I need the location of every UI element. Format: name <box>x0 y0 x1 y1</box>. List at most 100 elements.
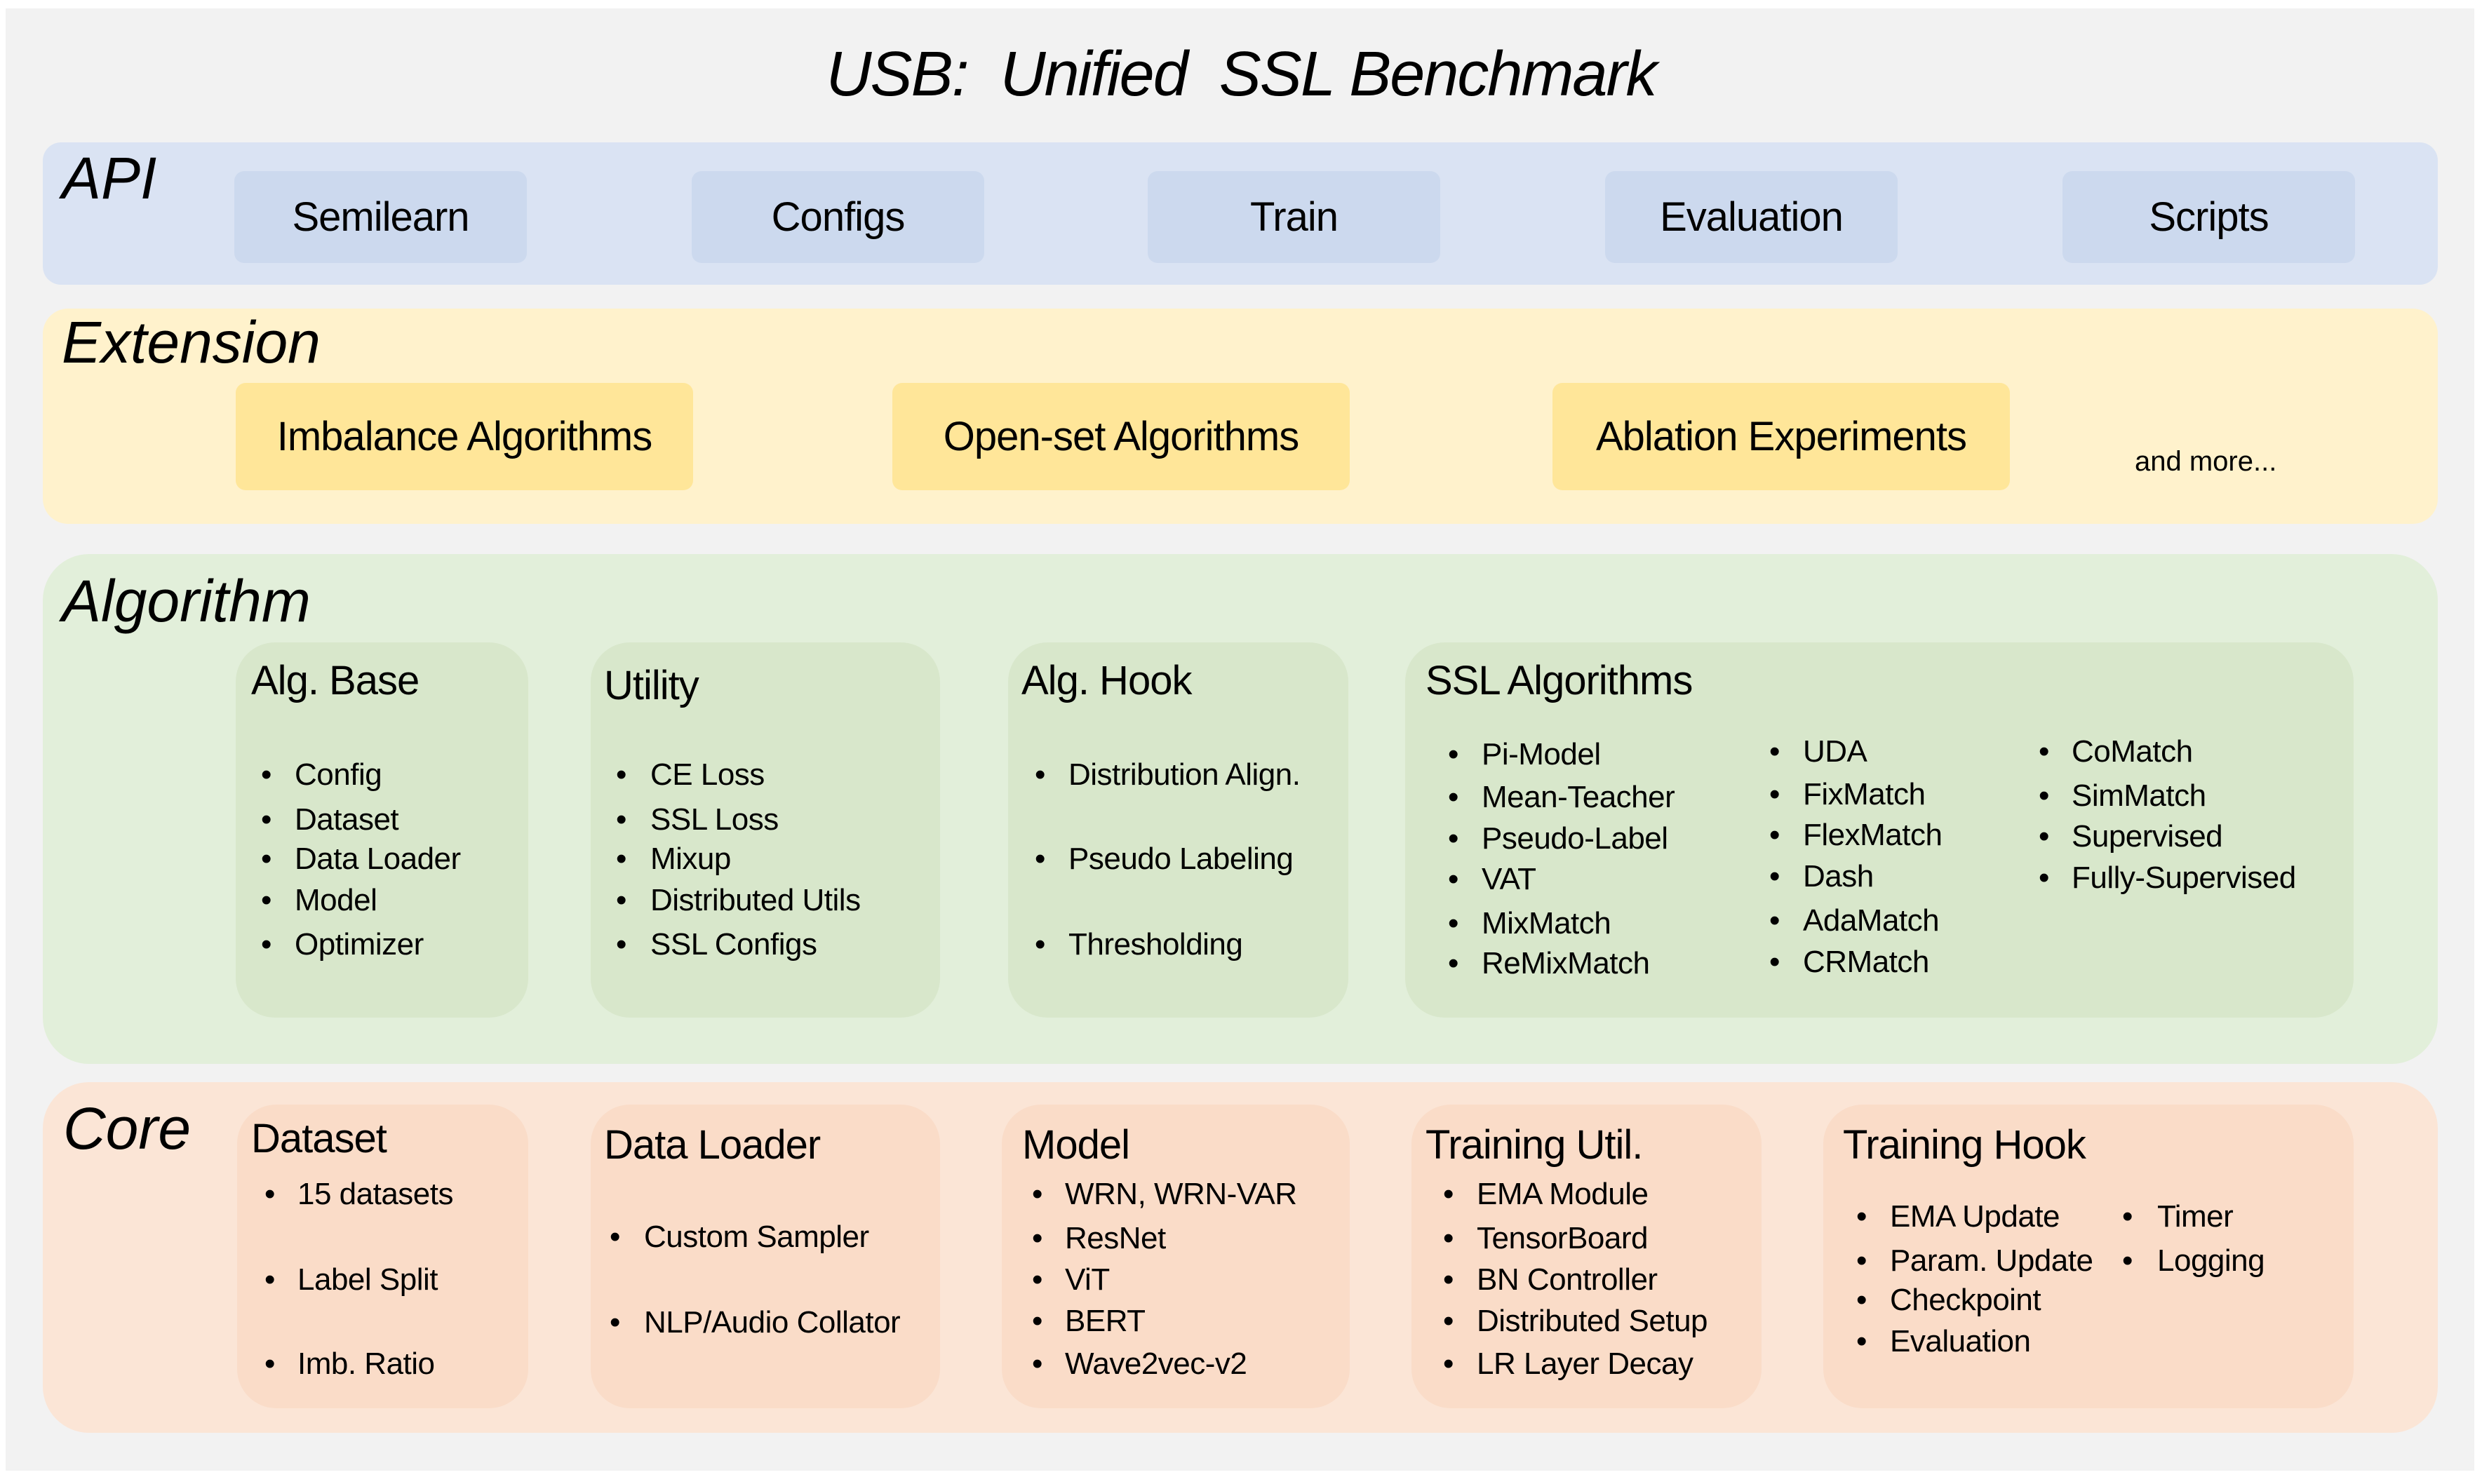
extension-ablation-experiments: Ablation Experiments <box>1552 383 2010 490</box>
bullet-icon: • <box>1856 1199 1867 1234</box>
ssl-algorithm-item: Supervised <box>2072 819 2223 854</box>
model-title: Model <box>1022 1122 1130 1168</box>
bullet-icon: • <box>2122 1243 2133 1278</box>
ssl-algorithm-item: CRMatch <box>1803 945 1929 979</box>
bullet-icon: • <box>1769 903 1780 938</box>
bullet-icon: • <box>1448 737 1459 771</box>
ssl-algorithm-item: Pi-Model <box>1482 737 1601 771</box>
model-item: BERT <box>1065 1304 1146 1338</box>
api-layer-label: API <box>62 145 157 211</box>
training-hook-item: Checkpoint <box>1890 1283 2041 1317</box>
bullet-icon: • <box>2122 1199 2133 1234</box>
dataset-item: 15 datasets <box>297 1177 454 1211</box>
bullet-icon: • <box>1035 927 1046 962</box>
model-item: WRN, WRN-VAR <box>1065 1177 1297 1211</box>
training-util-title: Training Util. <box>1426 1122 1643 1168</box>
bullet-icon: • <box>1443 1221 1454 1255</box>
ssl-algorithm-item: FixMatch <box>1803 777 1926 811</box>
ssl-algorithm-item: MixMatch <box>1482 906 1611 940</box>
bullet-icon: • <box>1448 821 1459 856</box>
utility-title: Utility <box>604 663 699 708</box>
bullet-icon: • <box>1443 1347 1454 1381</box>
alg-hook-item: Pseudo Labeling <box>1068 842 1294 876</box>
bullet-icon: • <box>2039 819 2050 854</box>
training-util-item: BN Controller <box>1477 1262 1658 1297</box>
ssl-algorithm-item: CoMatch <box>2072 734 2193 769</box>
bullet-icon: • <box>1448 862 1459 896</box>
bullet-icon: • <box>616 883 627 917</box>
training-hook-item: Logging <box>2157 1243 2265 1278</box>
bullet-icon: • <box>1443 1304 1454 1338</box>
alg-base-item: Optimizer <box>295 927 424 962</box>
bullet-icon: • <box>1448 906 1459 940</box>
training-util-item: LR Layer Decay <box>1477 1347 1693 1381</box>
model-item: ViT <box>1065 1262 1110 1297</box>
bullet-icon: • <box>1032 1304 1043 1338</box>
bullet-icon: • <box>1443 1262 1454 1297</box>
training-hook-title: Training Hook <box>1843 1122 2086 1168</box>
extension-imbalance-algorithms: Imbalance Algorithms <box>236 383 693 490</box>
bullet-icon: • <box>1856 1243 1867 1278</box>
utility-item: SSL Configs <box>650 927 817 962</box>
bullet-icon: • <box>264 1177 276 1211</box>
bullet-icon: • <box>1769 777 1780 811</box>
algorithm-layer-label: Algorithm <box>62 568 311 634</box>
dataset-item: Label Split <box>297 1262 438 1297</box>
utility-item: Distributed Utils <box>650 883 861 917</box>
api-evaluation: Evaluation <box>1605 171 1898 263</box>
bullet-icon: • <box>1032 1221 1043 1255</box>
ssl-algorithm-item: UDA <box>1803 734 1867 769</box>
alg-hook-item: Distribution Align. <box>1068 757 1301 792</box>
data-loader-item: Custom Sampler <box>644 1220 869 1254</box>
alg-base-title: Alg. Base <box>251 658 420 703</box>
diagram-title: USB: Unified SSL Benchmark <box>826 39 1658 109</box>
alg-hook-item: Thresholding <box>1068 927 1243 962</box>
ssl-algorithm-item: Dash <box>1803 859 1874 893</box>
training-util-item: Distributed Setup <box>1477 1304 1708 1338</box>
bullet-icon: • <box>1032 1262 1043 1297</box>
bullet-icon: • <box>1769 818 1780 852</box>
bullet-icon: • <box>2039 778 2050 813</box>
dataset-title: Dataset <box>251 1116 387 1161</box>
ssl-algorithm-item: VAT <box>1482 862 1536 896</box>
bullet-icon: • <box>2039 861 2050 895</box>
api-scripts: Scripts <box>2062 171 2355 263</box>
extension-open-set-algorithms: Open-set Algorithms <box>892 383 1350 490</box>
ssl-algorithm-item: AdaMatch <box>1803 903 1940 938</box>
bullet-icon: • <box>1035 757 1046 792</box>
utility-item: Mixup <box>650 842 731 876</box>
extension-and-more: and more... <box>2135 446 2277 477</box>
ssl-algorithms-title: SSL Algorithms <box>1426 658 1693 703</box>
bullet-icon: • <box>1856 1324 1867 1358</box>
api-semilearn: Semilearn <box>234 171 527 263</box>
bullet-icon: • <box>264 1347 276 1381</box>
api-train: Train <box>1148 171 1440 263</box>
model-item: Wave2vec-v2 <box>1065 1347 1247 1381</box>
bullet-icon: • <box>2039 734 2050 769</box>
data-loader-item: NLP/Audio Collator <box>644 1305 901 1340</box>
bullet-icon: • <box>1769 945 1780 979</box>
ssl-algorithm-item: Pseudo-Label <box>1482 821 1668 856</box>
bullet-icon: • <box>261 757 272 792</box>
bullet-icon: • <box>261 842 272 876</box>
training-hook-item: Evaluation <box>1890 1324 2031 1358</box>
bullet-icon: • <box>1032 1177 1043 1211</box>
ssl-algorithm-item: Mean-Teacher <box>1482 780 1675 814</box>
alg-base-item: Dataset <box>295 802 399 837</box>
ssl-algorithm-item: SimMatch <box>2072 778 2206 813</box>
bullet-icon: • <box>1443 1177 1454 1211</box>
model-item: ResNet <box>1065 1221 1166 1255</box>
alg-hook-title: Alg. Hook <box>1021 658 1192 703</box>
training-hook-item: Timer <box>2157 1199 2234 1234</box>
bullet-icon: • <box>1448 780 1459 814</box>
bullet-icon: • <box>610 1305 621 1340</box>
ssl-algorithm-item: FlexMatch <box>1803 818 1943 852</box>
bullet-icon: • <box>1035 842 1046 876</box>
bullet-icon: • <box>616 927 627 962</box>
bullet-icon: • <box>1856 1283 1867 1317</box>
api-configs: Configs <box>692 171 984 263</box>
alg-base-item: Model <box>295 883 377 917</box>
bullet-icon: • <box>264 1262 276 1297</box>
alg-base-item: Data Loader <box>295 842 461 876</box>
bullet-icon: • <box>1032 1347 1043 1381</box>
